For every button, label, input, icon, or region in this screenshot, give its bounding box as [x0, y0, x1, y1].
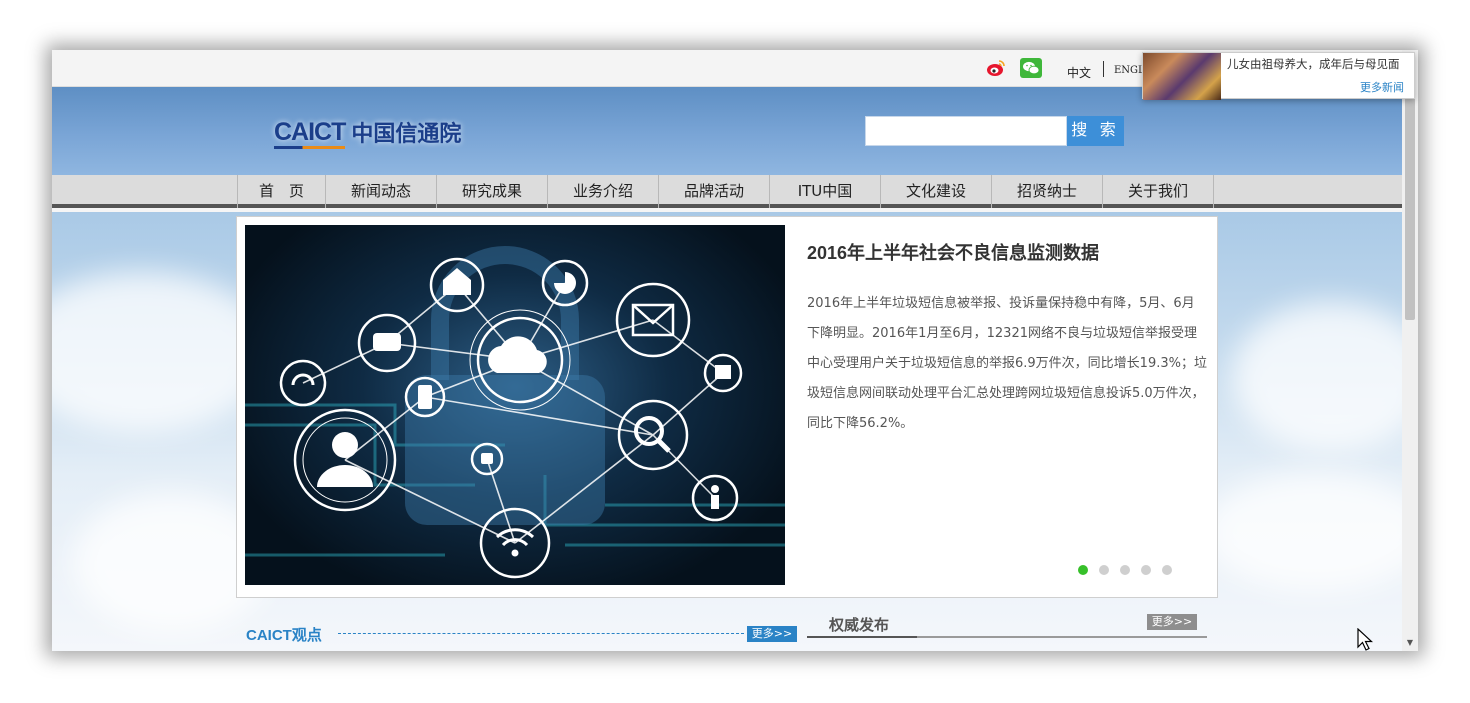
background-cloud — [1232, 302, 1418, 452]
browser-window: 中文 ENGLISH CAICT 中国信通院 搜 索 首 页 新闻动态 研究成果… — [52, 50, 1418, 651]
slider-dot-1[interactable] — [1078, 565, 1088, 575]
site-header: CAICT 中国信通院 搜 索 — [52, 87, 1402, 175]
section-caict-views: CAICT观点 更多>> — [246, 622, 798, 644]
scroll-down-arrow-icon[interactable]: ▼ — [1402, 635, 1418, 651]
nav-item-news[interactable]: 新闻动态 — [326, 175, 437, 208]
mouse-cursor-icon — [1357, 628, 1373, 651]
nav-item-culture[interactable]: 文化建设 — [881, 175, 992, 208]
nav-item-home[interactable]: 首 页 — [238, 175, 326, 208]
nav-item-brand-events[interactable]: 品牌活动 — [659, 175, 770, 208]
nav-item-careers[interactable]: 招贤纳士 — [992, 175, 1103, 208]
background-cloud — [1202, 472, 1418, 592]
lang-english-link[interactable]: ENGLISH — [1114, 65, 1144, 76]
search-input[interactable] — [865, 116, 1067, 146]
news-thumbnail[interactable] — [1143, 53, 1221, 100]
main-navigation: 首 页 新闻动态 研究成果 业务介绍 品牌活动 ITU中国 文化建设 招贤纳士 … — [52, 175, 1402, 208]
section-title-underline — [807, 636, 917, 638]
nav-item-about[interactable]: 关于我们 — [1103, 175, 1214, 208]
section-title-release: 权威发布 — [829, 616, 890, 634]
nav-item-itu-china[interactable]: ITU中国 — [770, 175, 881, 208]
slide-summary: 2016年上半年垃圾短信息被举报、投诉量保持稳中有降，5月、6月下降明显。201… — [807, 296, 1207, 431]
weibo-icon[interactable] — [986, 59, 1006, 77]
section-title-views: CAICT观点 — [246, 627, 322, 644]
more-news-link[interactable]: 更多新闻 — [1360, 79, 1404, 95]
lang-divider — [1103, 61, 1104, 77]
section-divider — [338, 633, 744, 634]
slide-image[interactable] — [245, 225, 785, 585]
caict-logo[interactable]: CAICT 中国信通院 — [274, 115, 461, 149]
slider-dot-2[interactable] — [1099, 565, 1109, 575]
logo-text-cn: 中国信通院 — [351, 122, 462, 147]
nav-item-research[interactable]: 研究成果 — [437, 175, 548, 208]
news-popup-headline[interactable]: 儿女由祖母养大，成年后与母见面 — [1227, 56, 1400, 72]
search-button[interactable]: 搜 索 — [1067, 116, 1124, 146]
slider-pagination — [1078, 565, 1172, 575]
network-security-illustration — [245, 246, 785, 579]
nav-item-business[interactable]: 业务介绍 — [548, 175, 659, 208]
wechat-icon[interactable] — [1020, 58, 1042, 78]
more-views-button[interactable]: 更多>> — [747, 626, 797, 642]
logo-text-en: CAICT — [274, 117, 346, 149]
slider-dot-3[interactable] — [1120, 565, 1130, 575]
slider-dot-5[interactable] — [1162, 565, 1172, 575]
section-authoritative-release: 权威发布 更多>> — [807, 612, 1207, 638]
scrollbar-thumb[interactable] — [1405, 90, 1415, 320]
slider-dot-4[interactable] — [1141, 565, 1151, 575]
content-stage: 2016年上半年社会不良信息监测数据 2016年上半年垃圾短信息被举报、投诉量保… — [52, 212, 1418, 651]
lang-chinese-link[interactable]: 中文 — [1067, 64, 1091, 81]
slide-headline[interactable]: 2016年上半年社会不良信息监测数据 — [807, 239, 1099, 265]
more-release-button[interactable]: 更多>> — [1147, 614, 1197, 630]
featured-slider: 2016年上半年社会不良信息监测数据 2016年上半年垃圾短信息被举报、投诉量保… — [236, 216, 1218, 598]
news-popup[interactable]: 儿女由祖母养大，成年后与母见面 更多新闻 — [1142, 52, 1415, 100]
